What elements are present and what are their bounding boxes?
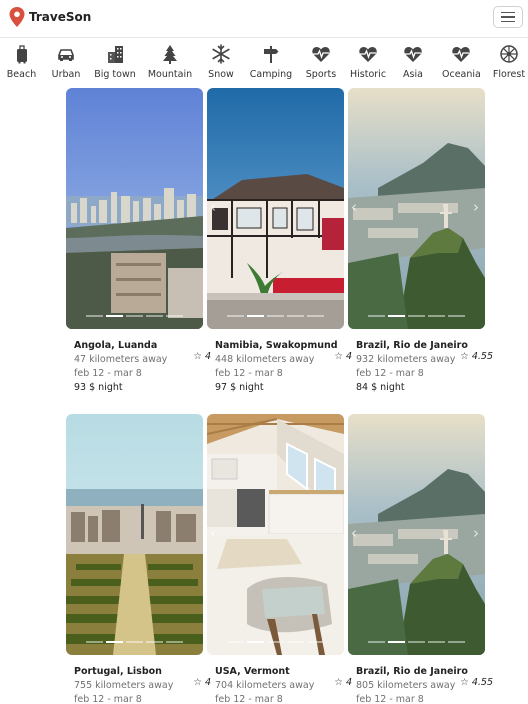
heartbeat-icon — [359, 46, 377, 62]
listing-rating: ☆ 4.55 — [458, 677, 493, 688]
listing-info: USA, Vermont ☆ 4 704 kilometers away feb… — [207, 666, 352, 704]
listing-rating: ☆ 4.55 — [458, 351, 493, 362]
category-sports[interactable]: Sports — [304, 42, 338, 82]
snowflake-icon — [212, 44, 230, 64]
listing-title: Angola, Luanda — [74, 340, 158, 351]
category-label: Beach — [6, 69, 37, 80]
carousel-dots[interactable] — [207, 315, 344, 317]
suitcase-icon — [16, 45, 27, 64]
heartbeat-icon — [312, 46, 330, 62]
star-icon: ☆ — [193, 677, 202, 688]
listing-card[interactable]: ‹ Namibia, Swakopmund ☆ 4 448 kilometers… — [207, 88, 352, 393]
category-label: Asia — [403, 69, 423, 80]
brand-name: TraveSon — [29, 10, 92, 24]
category-label: Oceania — [442, 69, 481, 80]
listing-price: 84 $ night — [356, 382, 405, 393]
star-icon: ☆ — [334, 351, 343, 362]
star-icon: ☆ — [460, 351, 469, 362]
prev-photo-arrow[interactable]: ‹ — [210, 524, 216, 542]
listing-photo-city-coast[interactable] — [66, 88, 203, 329]
wheel-icon — [500, 45, 518, 63]
carousel-dots[interactable] — [348, 315, 485, 317]
prev-photo-arrow[interactable]: ‹ — [351, 198, 357, 216]
rating-value: 4.55 — [471, 677, 493, 688]
listing-card[interactable]: Angola, Luanda ☆ 4 47 kilometers away fe… — [66, 88, 211, 393]
hamburger-menu-button[interactable] — [493, 6, 523, 28]
category-mountain[interactable]: Mountain — [147, 42, 193, 82]
listing-dates: feb 12 - mar 8 — [74, 368, 142, 379]
next-photo-arrow[interactable]: › — [473, 198, 479, 216]
category-label: Big town — [94, 69, 136, 80]
category-label: Sports — [305, 69, 337, 80]
category-florest[interactable]: Florest — [492, 42, 526, 82]
next-photo-arrow[interactable]: › — [473, 524, 479, 542]
category-label: Florest — [492, 69, 526, 80]
carousel-dots[interactable] — [348, 641, 485, 643]
category-urban[interactable]: Urban — [48, 42, 84, 82]
listing-photo-timber-house[interactable]: ‹ — [207, 88, 344, 329]
listing-photo-rio-mountain[interactable]: ‹ › — [348, 414, 485, 655]
listing-dates: feb 12 - mar 8 — [215, 694, 283, 704]
rating-value: 4.55 — [471, 351, 493, 362]
tree-icon — [163, 45, 177, 64]
listing-price: 97 $ night — [215, 382, 264, 393]
listing-title: Portugal, Lisbon — [74, 666, 162, 677]
listing-card[interactable]: Portugal, Lisbon ☆ 4 755 kilometers away… — [66, 414, 211, 704]
listing-info: Portugal, Lisbon ☆ 4 755 kilometers away… — [66, 666, 211, 704]
category-beach[interactable]: Beach — [4, 42, 39, 82]
listing-dates: feb 12 - mar 8 — [215, 368, 283, 379]
category-label: Historic — [350, 69, 387, 80]
carousel-dots[interactable] — [207, 641, 344, 643]
category-oceania[interactable]: Oceania — [442, 42, 481, 82]
listing-dates: feb 12 - mar 8 — [356, 694, 424, 704]
listing-title: Brazil, Rio de Janeiro — [356, 340, 468, 351]
category-historic[interactable]: Historic — [350, 42, 386, 82]
prev-photo-arrow[interactable]: ‹ — [351, 524, 357, 542]
listing-info: Namibia, Swakopmund ☆ 4 448 kilometers a… — [207, 340, 352, 393]
listing-dates: feb 12 - mar 8 — [356, 368, 424, 379]
star-icon: ☆ — [193, 351, 202, 362]
category-snow[interactable]: Snow — [205, 42, 237, 82]
listing-price: 93 $ night — [74, 382, 123, 393]
listing-title: Namibia, Swakopmund — [215, 340, 338, 351]
category-label: Snow — [208, 69, 234, 80]
listing-title: USA, Vermont — [215, 666, 290, 677]
map-pin-icon — [9, 7, 25, 27]
category-label: Urban — [51, 69, 81, 80]
star-icon: ☆ — [334, 677, 343, 688]
listing-photo-park-city[interactable] — [66, 414, 203, 655]
prev-photo-arrow[interactable]: ‹ — [210, 198, 216, 216]
listing-photo-attic-room[interactable]: ‹ — [207, 414, 344, 655]
category-label: Camping — [249, 69, 293, 80]
category-camping[interactable]: Camping — [249, 42, 293, 82]
listing-info: Brazil, Rio de Janeiro ☆ 4.55 805 kilome… — [348, 666, 493, 704]
brand-logo[interactable]: TraveSon — [8, 6, 91, 28]
heartbeat-icon — [452, 46, 470, 62]
category-asia[interactable]: Asia — [398, 42, 428, 82]
listing-card[interactable]: ‹ USA, Vermont ☆ 4 704 kilometers away f… — [207, 414, 352, 704]
category-big-town[interactable]: Big town — [94, 42, 136, 82]
category-label: Mountain — [147, 69, 193, 80]
listing-info: Angola, Luanda ☆ 4 47 kilometers away fe… — [66, 340, 211, 393]
listing-title: Brazil, Rio de Janeiro — [356, 666, 468, 677]
menu-line — [501, 16, 515, 18]
carousel-dots[interactable] — [66, 315, 203, 317]
building-icon — [108, 46, 123, 63]
listing-card[interactable]: ‹ › Brazil, Rio de Janeiro ☆ 4.55 805 ki… — [348, 414, 493, 704]
listing-info: Brazil, Rio de Janeiro ☆ 4.55 932 kilome… — [348, 340, 493, 393]
category-bar: Beach Urban Big town Mountain Snow Campi… — [0, 42, 528, 82]
signpost-icon — [264, 46, 279, 63]
top-header: TraveSon — [0, 0, 528, 38]
menu-line — [501, 20, 515, 23]
listing-photo-rio-mountain[interactable]: ‹ › — [348, 88, 485, 329]
listing-card[interactable]: ‹ › Brazil, Rio de Janeiro ☆ 4.55 932 ki… — [348, 88, 493, 393]
heartbeat-icon — [404, 46, 422, 62]
car-icon — [58, 49, 74, 61]
listing-dates: feb 12 - mar 8 — [74, 694, 142, 704]
carousel-dots[interactable] — [66, 641, 203, 643]
star-icon: ☆ — [460, 677, 469, 688]
menu-line — [501, 11, 515, 14]
